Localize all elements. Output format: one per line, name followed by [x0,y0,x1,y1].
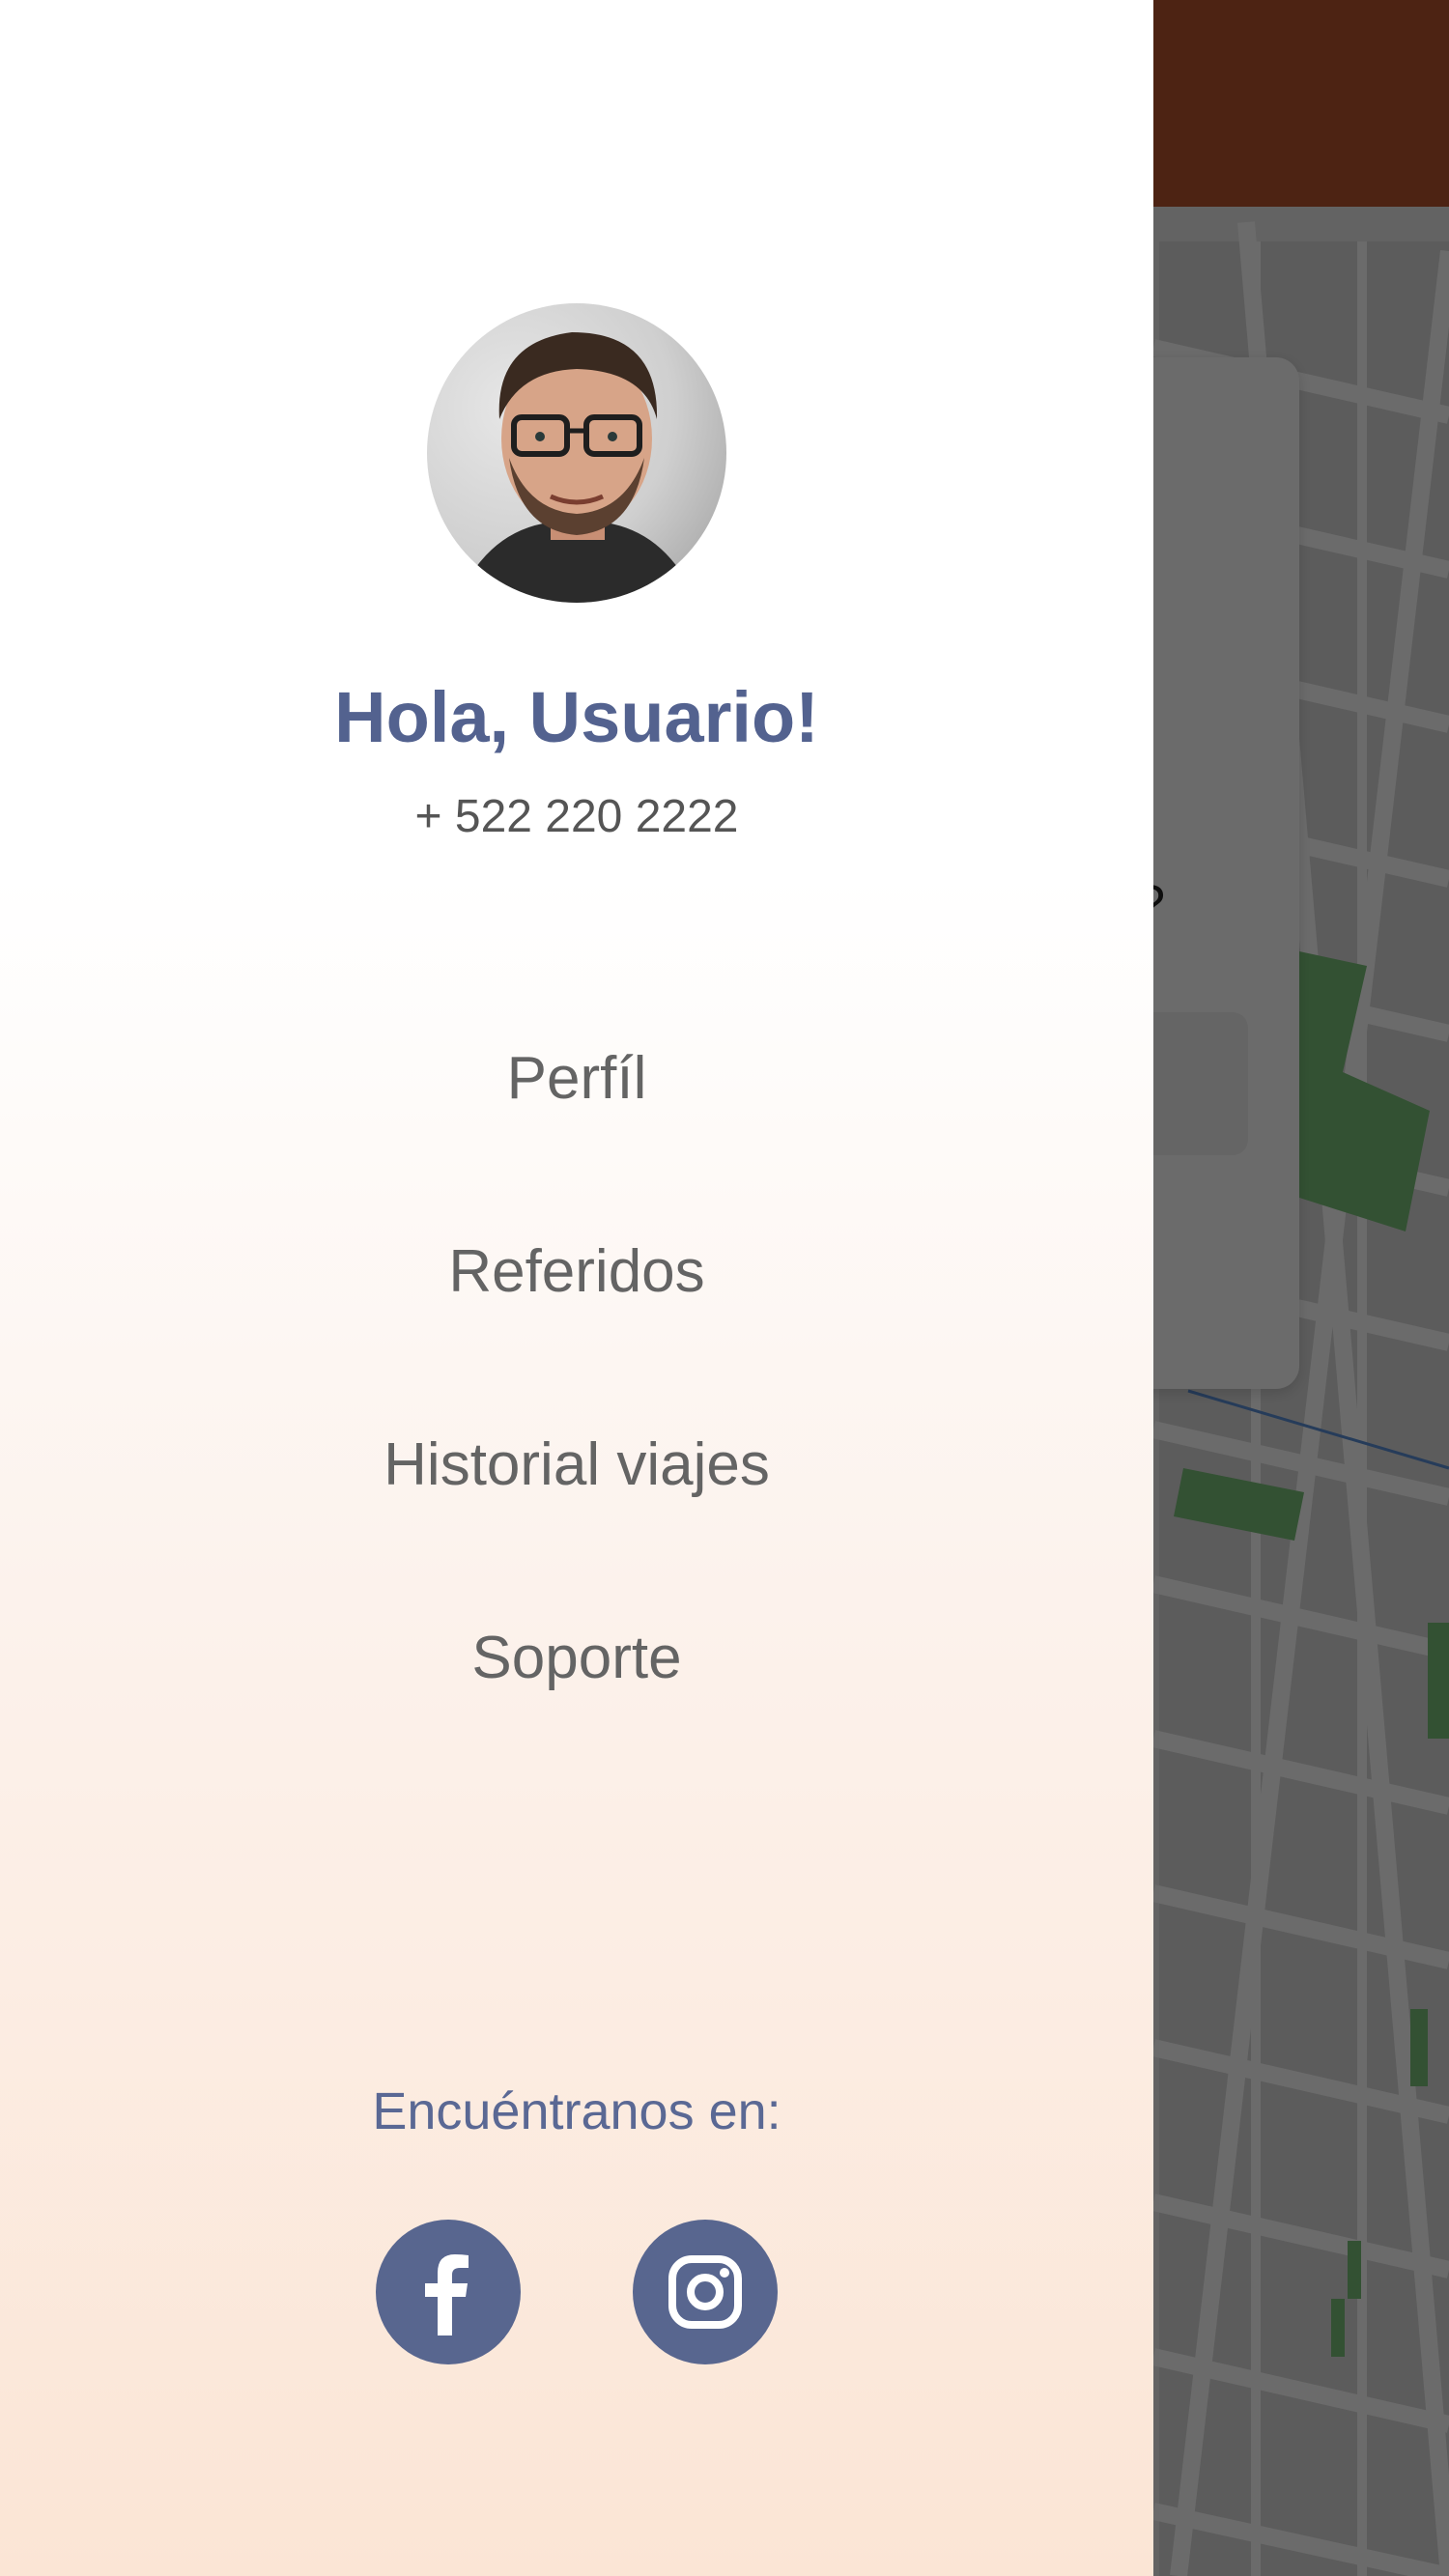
instagram-button[interactable] [633,2220,778,2364]
avatar[interactable] [427,303,726,603]
drawer-menu: Perfíl Referidos Historial viajes Soport… [0,1033,1153,1806]
phone-number: + 522 220 2222 [414,791,739,842]
facebook-icon [425,2254,469,2335]
app-screen: ? [0,0,1449,2576]
menu-item-soporte[interactable]: Soporte [0,1613,1153,1806]
menu-item-perfil[interactable]: Perfíl [0,1033,1153,1227]
menu-item-referidos[interactable]: Referidos [0,1227,1153,1420]
navigation-drawer: Hola, Usuario! + 522 220 2222 Perfíl Ref… [0,0,1153,2576]
facebook-button[interactable] [376,2220,521,2364]
greeting-title: Hola, Usuario! [334,677,819,757]
find-us-label: Encuéntranos en: [372,2082,781,2140]
avatar-portrait [456,332,697,603]
menu-item-historial-viajes[interactable]: Historial viajes [0,1420,1153,1613]
instagram-icon [668,2255,742,2329]
